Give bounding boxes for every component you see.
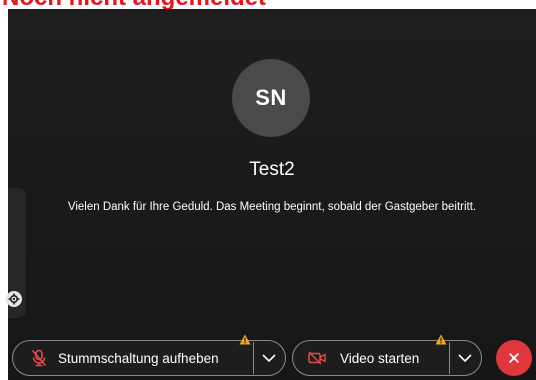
unmute-button[interactable]: Stummschaltung aufheben	[13, 341, 253, 375]
video-options-button[interactable]	[450, 341, 480, 375]
gear-icon[interactable]	[6, 291, 22, 307]
audio-options-button[interactable]	[254, 341, 284, 375]
video-control-group: Video starten	[292, 334, 482, 376]
waiting-message: Vielen Dank für Ihre Geduld. Das Meeting…	[67, 201, 477, 213]
leave-meeting-button[interactable]	[496, 340, 532, 376]
microphone-off-icon	[31, 349, 47, 367]
warning-icon	[435, 332, 447, 345]
participant-name: Test2	[249, 159, 295, 180]
avatar: SN	[232, 59, 310, 137]
video-off-icon	[308, 351, 326, 365]
meeting-controls: Stummschaltung aufheben Video starten	[8, 334, 536, 378]
chevron-down-icon	[262, 354, 276, 362]
start-video-button[interactable]: Video starten	[293, 341, 449, 375]
meeting-window: SN Test2 Vielen Dank für Ihre Geduld. Da…	[6, 9, 536, 380]
close-icon	[508, 352, 520, 364]
unmute-label: Stummschaltung aufheben	[58, 350, 219, 366]
warning-icon	[239, 332, 251, 345]
start-video-label: Video starten	[340, 350, 420, 366]
audio-control-group: Stummschaltung aufheben	[12, 334, 286, 376]
chevron-down-icon	[458, 354, 472, 362]
